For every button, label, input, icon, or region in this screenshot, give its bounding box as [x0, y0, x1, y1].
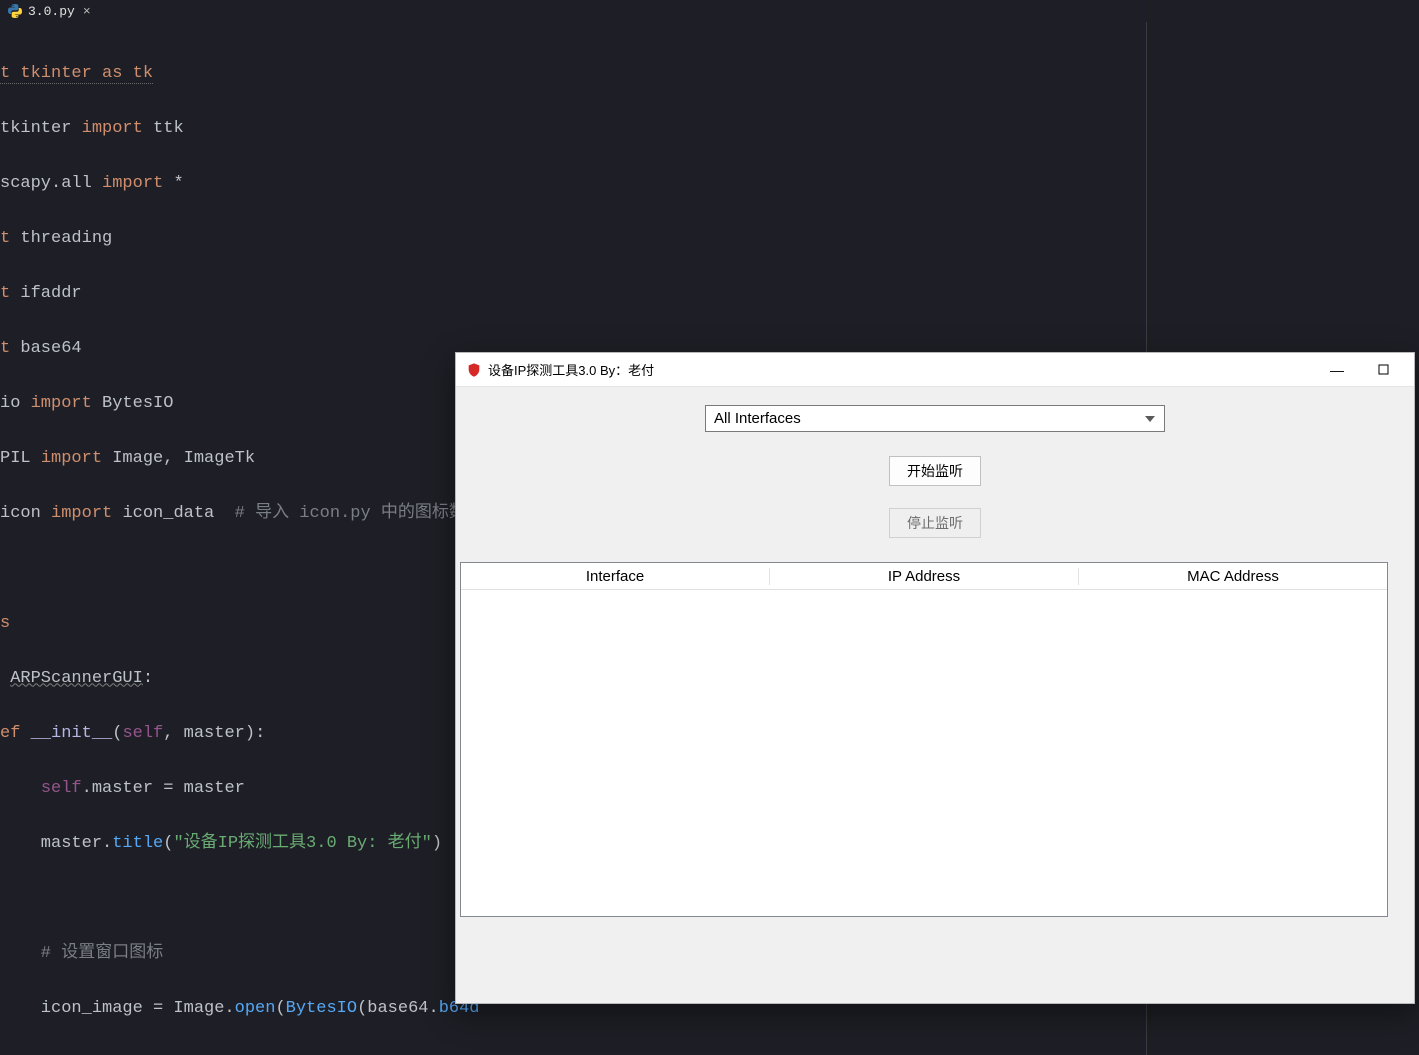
- treeview-body[interactable]: [461, 589, 1387, 916]
- window-minimize-button[interactable]: —: [1314, 353, 1360, 387]
- editor-tab-file[interactable]: 3.0.py ×: [0, 0, 101, 22]
- python-file-icon: [8, 4, 22, 18]
- column-header-mac[interactable]: MAC Address: [1079, 568, 1387, 585]
- code-line: t tkinter as tk: [0, 64, 153, 84]
- tk-client-area: All Interfaces 开始监听 停止监听 Interface IP Ad…: [456, 387, 1414, 917]
- editor-tab-label: 3.0.py: [28, 4, 75, 19]
- stop-listen-button[interactable]: 停止监听: [889, 508, 981, 538]
- interface-dropdown-value: All Interfaces: [714, 410, 801, 427]
- column-header-ip[interactable]: IP Address: [770, 568, 1079, 585]
- result-treeview[interactable]: Interface IP Address MAC Address: [460, 562, 1388, 917]
- chevron-down-icon: [1142, 411, 1158, 427]
- tk-app-window: 设备IP探测工具3.0 By：老付 — All Interfaces 开始监听 …: [455, 352, 1415, 1004]
- column-header-interface[interactable]: Interface: [461, 568, 770, 585]
- close-icon[interactable]: ×: [83, 4, 91, 19]
- start-listen-button[interactable]: 开始监听: [889, 456, 981, 486]
- class-name: ARPScannerGUI: [10, 669, 143, 688]
- interface-dropdown[interactable]: All Interfaces: [705, 405, 1165, 432]
- window-maximize-button[interactable]: [1360, 353, 1406, 387]
- maximize-icon: [1378, 364, 1389, 375]
- treeview-header: Interface IP Address MAC Address: [461, 563, 1387, 589]
- window-titlebar[interactable]: 设备IP探测工具3.0 By：老付 —: [456, 353, 1414, 387]
- editor-tabbar: 3.0.py ×: [0, 0, 1150, 22]
- window-title: 设备IP探测工具3.0 By：老付: [482, 360, 1314, 379]
- shield-icon: [466, 362, 482, 378]
